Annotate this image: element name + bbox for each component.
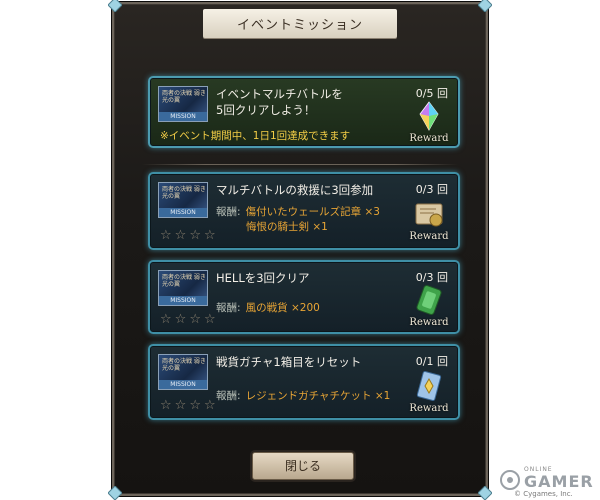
star-icon: ☆ bbox=[160, 312, 172, 327]
rainbow-crystal-icon bbox=[419, 101, 439, 131]
star-rating: ☆ ☆ ☆ ☆ bbox=[160, 313, 216, 326]
reward-button[interactable]: Reward bbox=[406, 370, 452, 414]
mission-card[interactable]: 両者の決戦 弱き光の翼 MISSION 戦貨ガチャ1箱目をリセット 0/1 回 … bbox=[148, 344, 460, 420]
thumbnail-label: MISSION bbox=[159, 380, 207, 389]
reward-button[interactable]: Reward bbox=[406, 100, 452, 144]
corner-gem-icon bbox=[108, 486, 122, 500]
mission-reward-info: 報酬: 傷付いたウェールズ記章 ×3 悔恨の騎士剣 ×1 bbox=[216, 200, 380, 234]
star-icon: ☆ bbox=[189, 312, 201, 327]
gamer-logo-icon bbox=[500, 470, 520, 490]
reward-item: 傷付いたウェールズ記章 ×3 bbox=[245, 206, 380, 218]
thumbnail-label: MISSION bbox=[159, 296, 207, 305]
mission-reward-info: 報酬: レジェンドガチャチケット ×1 bbox=[216, 384, 390, 403]
mission-dialog: イベントミッション 両者の決戦 弱き光の翼 MISSION イベントマルチバトル… bbox=[108, 0, 492, 500]
mission-title-line: 5回クリアしよう！ bbox=[216, 103, 316, 117]
mission-note: ※イベント期間中、1日1回達成できます bbox=[160, 130, 351, 142]
reward-prefix: 報酬: bbox=[216, 390, 241, 402]
close-button[interactable]: 閉じる bbox=[252, 452, 354, 480]
corner-gem-icon bbox=[478, 486, 492, 500]
mission-thumbnail: 両者の決戦 弱き光の翼 MISSION bbox=[158, 354, 208, 390]
thumbnail-title: 両者の決戦 弱き光の翼 bbox=[162, 358, 206, 372]
mission-card[interactable]: 両者の決戦 弱き光の翼 MISSION マルチバトルの救援に3回参加 0/3 回… bbox=[148, 172, 460, 250]
reward-item: 悔恨の騎士剣 ×1 bbox=[246, 221, 328, 233]
green-coin-icon bbox=[416, 285, 442, 315]
mission-title: イベントマルチバトルを 5回クリアしよう！ bbox=[216, 86, 343, 118]
reward-prefix: 報酬: bbox=[216, 302, 241, 314]
mission-thumbnail: 両者の決戦 弱き光の翼 MISSION bbox=[158, 86, 208, 122]
thumbnail-title: 両者の決戦 弱き光の翼 bbox=[162, 90, 206, 104]
thumbnail-label: MISSION bbox=[159, 112, 207, 121]
dialog-title: イベントミッション bbox=[202, 8, 397, 38]
mission-title: マルチバトルの救援に3回参加 bbox=[216, 183, 374, 197]
mission-thumbnail: 両者の決戦 弱き光の翼 MISSION bbox=[158, 182, 208, 218]
gacha-ticket-icon bbox=[416, 371, 442, 401]
star-icon: ☆ bbox=[174, 398, 187, 413]
reward-button[interactable]: Reward bbox=[406, 198, 452, 242]
star-icon: ☆ bbox=[160, 398, 172, 413]
star-rating: ☆ ☆ ☆ ☆ bbox=[160, 399, 216, 412]
mission-title-line: イベントマルチバトルを bbox=[216, 87, 343, 101]
reward-label: Reward bbox=[409, 317, 449, 328]
mission-title: HELLを3回クリア bbox=[216, 271, 310, 285]
star-icon: ☆ bbox=[189, 228, 201, 243]
section-divider bbox=[142, 164, 458, 165]
star-icon: ☆ bbox=[189, 398, 201, 413]
scroll-emblem-icon bbox=[415, 203, 443, 227]
reward-button[interactable]: Reward bbox=[406, 284, 452, 328]
star-icon: ☆ bbox=[203, 398, 216, 413]
mission-reward-info: 報酬: 風の戦貨 ×200 bbox=[216, 296, 320, 315]
reward-label: Reward bbox=[409, 133, 449, 144]
watermark-gamer: GAMER bbox=[524, 472, 594, 491]
mission-title: 戦貨ガチャ1箱目をリセット bbox=[216, 355, 362, 369]
mission-card[interactable]: 両者の決戦 弱き光の翼 MISSION イベントマルチバトルを 5回クリアしよう… bbox=[148, 76, 460, 148]
star-icon: ☆ bbox=[203, 312, 216, 327]
thumbnail-title: 両者の決戦 弱き光の翼 bbox=[162, 274, 206, 288]
star-icon: ☆ bbox=[203, 228, 216, 243]
mission-thumbnail: 両者の決戦 弱き光の翼 MISSION bbox=[158, 270, 208, 306]
thumbnail-label: MISSION bbox=[159, 208, 207, 217]
watermark: ONLINE GAMER © Cygames, Inc. bbox=[496, 466, 600, 500]
thumbnail-title: 両者の決戦 弱き光の翼 bbox=[162, 186, 206, 200]
star-rating: ☆ ☆ ☆ ☆ bbox=[160, 229, 216, 242]
watermark-copyright: © Cygames, Inc. bbox=[514, 490, 573, 498]
reward-label: Reward bbox=[409, 403, 449, 414]
mission-progress-count: 0/1 回 bbox=[415, 355, 448, 368]
reward-item: 風の戦貨 ×200 bbox=[245, 302, 320, 314]
star-icon: ☆ bbox=[174, 312, 187, 327]
reward-item: レジェンドガチャチケット ×1 bbox=[245, 390, 391, 402]
reward-label: Reward bbox=[409, 231, 449, 242]
reward-prefix: 報酬: bbox=[216, 206, 241, 218]
mission-card[interactable]: 両者の決戦 弱き光の翼 MISSION HELLを3回クリア 0/3 回 報酬:… bbox=[148, 260, 460, 334]
mission-progress-count: 0/3 回 bbox=[415, 183, 448, 196]
dialog-header: イベントミッション bbox=[114, 4, 486, 42]
star-icon: ☆ bbox=[174, 228, 187, 243]
star-icon: ☆ bbox=[160, 228, 172, 243]
